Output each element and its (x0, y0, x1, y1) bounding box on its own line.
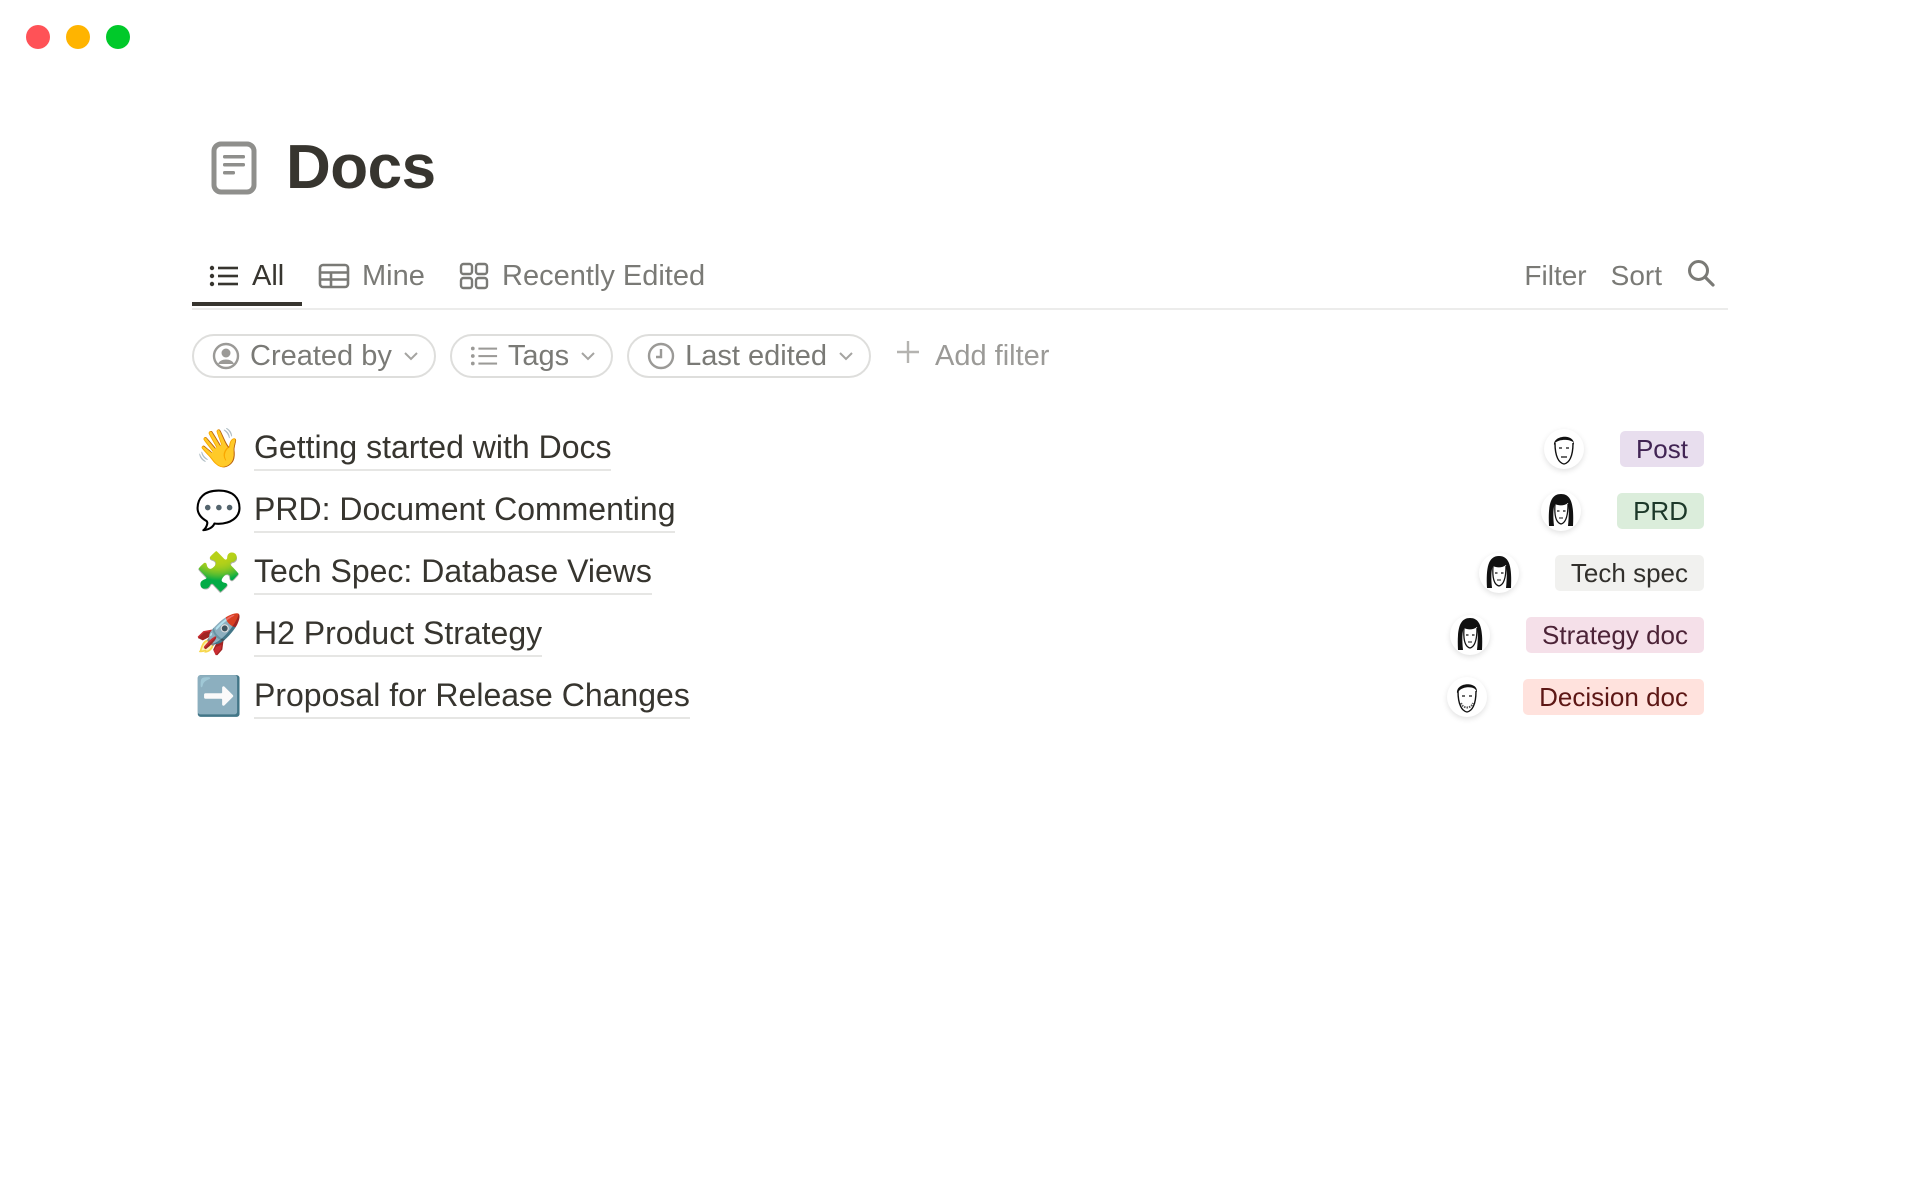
chevron-down-icon (579, 347, 597, 365)
chevron-down-icon (402, 347, 420, 365)
person-icon (212, 342, 240, 370)
page-title: Docs (286, 133, 436, 202)
list-icon (470, 342, 498, 370)
clock-icon (647, 342, 675, 370)
docs-list: 👋 Getting started with Docs Post 💬 PRD: Docu… (192, 418, 1728, 728)
doc-meta: Decision doc (1447, 666, 1704, 728)
doc-row[interactable]: 👋 Getting started with Docs Post (192, 418, 1728, 480)
doc-title-link[interactable]: H2 Product Strategy (254, 613, 543, 657)
page-header: Docs (210, 136, 436, 200)
creator-avatar[interactable] (1541, 491, 1582, 531)
doc-emoji-icon: 🚀 (195, 614, 243, 656)
zoom-window-button[interactable] (106, 25, 130, 49)
filter-tags-label: Tags (507, 339, 570, 372)
doc-row[interactable]: 🧩 Tech Spec: Database Views Tech spec (192, 542, 1728, 604)
tab-mine[interactable]: Mine (318, 248, 425, 304)
filter-last-edited[interactable]: Last edited (627, 334, 872, 378)
window-controls (26, 25, 130, 49)
doc-emoji-icon: 👋 (195, 428, 243, 470)
minimize-window-button[interactable] (66, 25, 90, 49)
doc-meta: Tech spec (1478, 542, 1704, 604)
creator-avatar[interactable] (1543, 429, 1584, 469)
creator-avatar[interactable] (1447, 677, 1488, 717)
gallery-icon (458, 260, 490, 292)
doc-tag-badge: Tech spec (1554, 555, 1704, 591)
close-window-button[interactable] (26, 25, 50, 49)
filter-bar: Created by Tags Last edited Add filter (192, 334, 1049, 378)
tab-all[interactable]: All (192, 248, 302, 306)
search-button[interactable] (1686, 258, 1716, 295)
doc-tag-badge: Post (1619, 431, 1704, 467)
doc-row[interactable]: 💬 PRD: Document Commenting PRD (192, 480, 1728, 542)
doc-row[interactable]: 🚀 H2 Product Strategy Strategy doc (192, 604, 1728, 666)
view-tabs: All Mine Recently Edited Filter Sort (192, 248, 1728, 310)
filter-created-by-label: Created by (250, 339, 392, 372)
tab-mine-label: Mine (362, 259, 425, 292)
doc-title-link[interactable]: Proposal for Release Changes (254, 675, 690, 719)
doc-title-link[interactable]: Getting started with Docs (254, 427, 612, 471)
doc-tag-badge: PRD (1617, 493, 1704, 529)
filter-last-edited-label: Last edited (685, 339, 828, 372)
add-filter-button[interactable]: Add filter (895, 339, 1049, 373)
doc-emoji-icon: 🧩 (195, 552, 243, 594)
add-filter-label: Add filter (935, 339, 1050, 372)
filter-button[interactable]: Filter (1524, 260, 1586, 292)
doc-meta: Strategy doc (1450, 604, 1704, 666)
doc-emoji-icon: 💬 (195, 490, 243, 532)
doc-emoji-icon: ➡️ (195, 676, 243, 718)
doc-title-link[interactable]: Tech Spec: Database Views (254, 551, 652, 595)
filter-created-by[interactable]: Created by (192, 334, 436, 378)
active-tab-indicator (192, 302, 302, 306)
sort-button[interactable]: Sort (1611, 260, 1662, 292)
creator-avatar[interactable] (1450, 615, 1491, 655)
chevron-down-icon (837, 347, 855, 365)
doc-tag-badge: Strategy doc (1526, 617, 1704, 653)
doc-title-link[interactable]: PRD: Document Commenting (254, 489, 676, 533)
tab-recently-edited-label: Recently Edited (502, 259, 706, 292)
filter-tags[interactable]: Tags (449, 334, 614, 378)
search-icon (1688, 259, 1715, 287)
doc-meta: PRD (1541, 480, 1704, 542)
doc-row[interactable]: ➡️ Proposal for Release Changes Decision d… (192, 666, 1728, 728)
view-toolbar: Filter Sort (1524, 248, 1716, 304)
doc-meta: Post (1543, 418, 1704, 480)
creator-avatar[interactable] (1478, 553, 1519, 593)
table-icon (318, 260, 350, 292)
doc-tag-badge: Decision doc (1523, 679, 1704, 715)
page-doc-icon[interactable] (210, 140, 258, 196)
tab-all-label: All (252, 259, 285, 292)
list-icon (208, 260, 240, 292)
tab-recently-edited[interactable]: Recently Edited (458, 248, 705, 304)
plus-icon (895, 339, 921, 373)
